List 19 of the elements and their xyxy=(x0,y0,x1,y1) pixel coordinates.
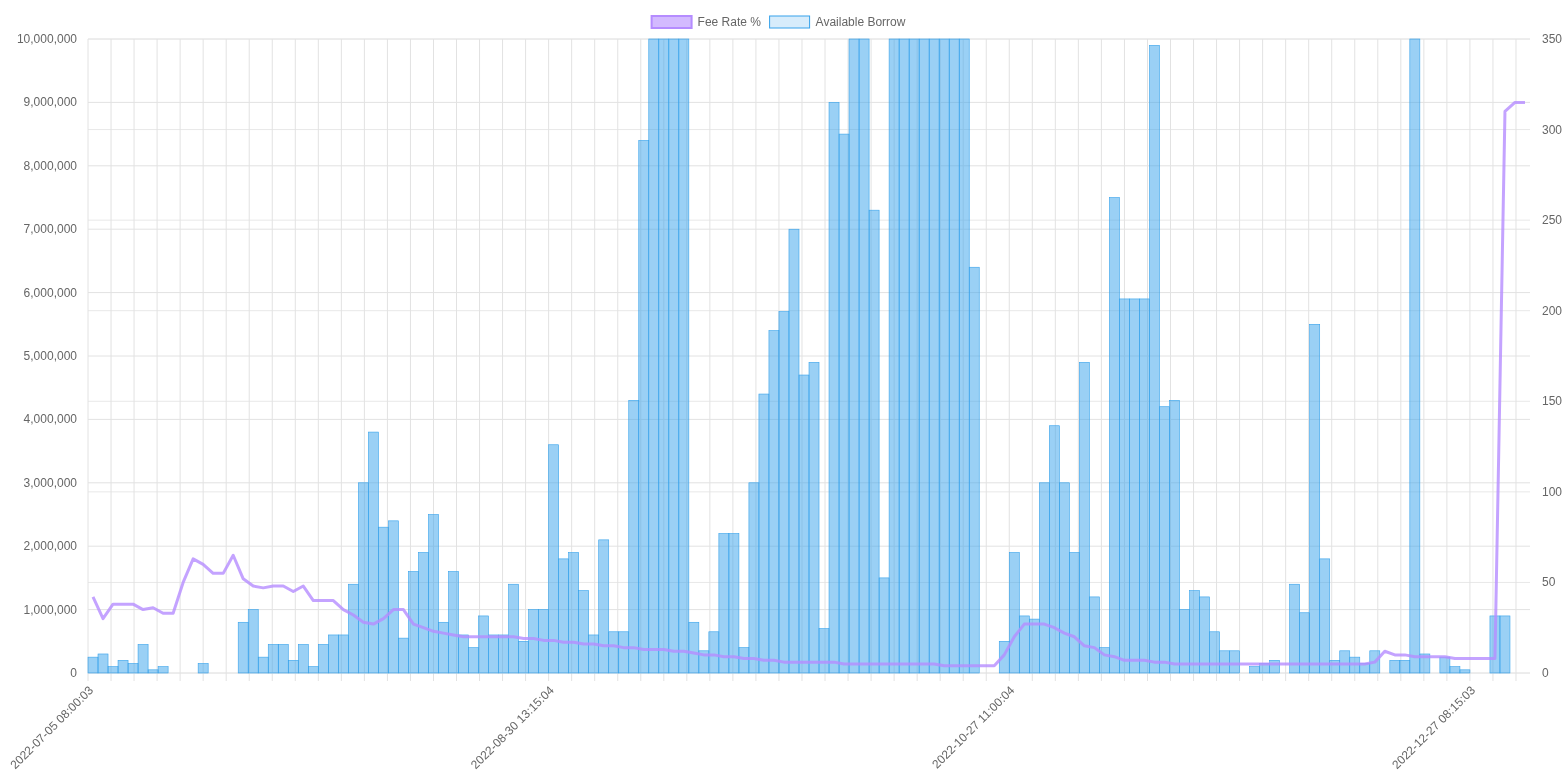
axis-tick-label: 7,000,000 xyxy=(23,222,77,237)
axis-tick-label: 8,000,000 xyxy=(23,158,77,173)
axis-tick-label: 0 xyxy=(70,666,77,680)
axis-tick-label: 100 xyxy=(1542,484,1563,499)
axis-tick-label: 4,000,000 xyxy=(23,412,77,427)
axis-tick-label: 50 xyxy=(1542,575,1556,590)
axis-tick-label: 150 xyxy=(1542,394,1563,409)
axis-tick-label: 250 xyxy=(1542,213,1563,228)
axis-tick-label: 0 xyxy=(1542,666,1549,680)
axis-tick-label: 2,000,000 xyxy=(23,539,77,554)
axis-tick-label: 300 xyxy=(1542,122,1563,137)
axis-tick-label: 1,000,000 xyxy=(23,602,77,617)
axis-tick-label: 5,000,000 xyxy=(23,349,77,363)
axis-tick-label: 9,000,000 xyxy=(23,95,77,110)
axis-tick-label: 350 xyxy=(1542,32,1563,46)
axis-tick-label: 200 xyxy=(1542,303,1563,318)
axis-tick-label: 3,000,000 xyxy=(23,475,77,490)
axis-tick-label: 10,000,000 xyxy=(16,32,77,46)
axis-tick-label: 6,000,000 xyxy=(23,285,77,300)
